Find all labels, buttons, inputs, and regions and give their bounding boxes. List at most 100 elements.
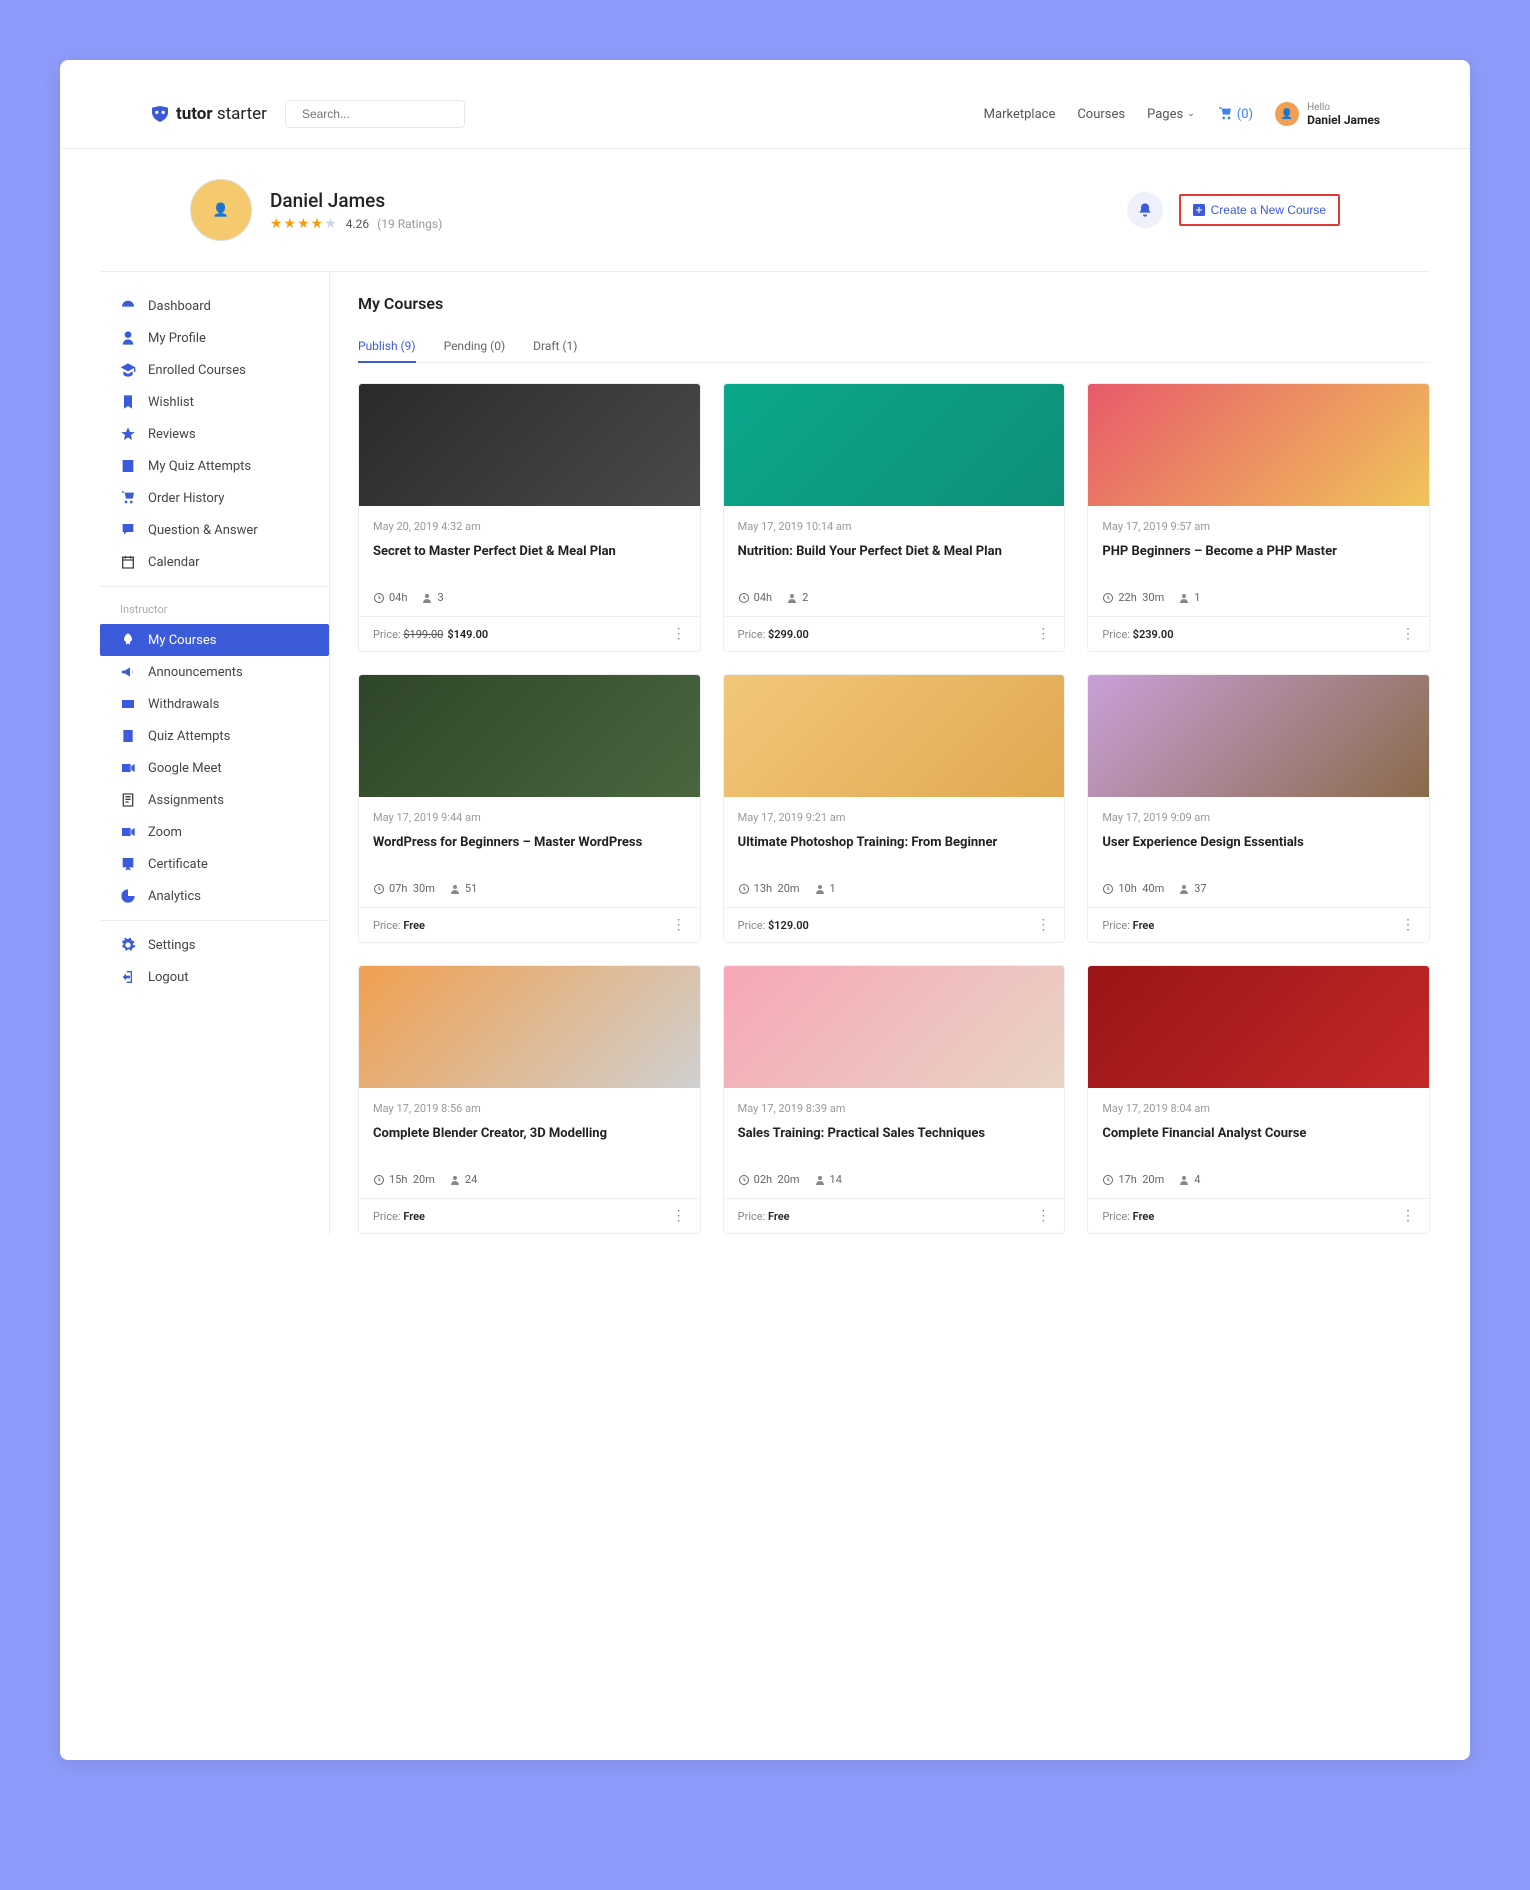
course-card[interactable]: May 17, 2019 9:57 amPHP Beginners – Beco…	[1087, 383, 1430, 652]
sidebar-item-logout[interactable]: Logout	[100, 961, 329, 993]
bell-icon	[1137, 202, 1153, 218]
course-grid: May 20, 2019 4:32 amSecret to Master Per…	[358, 383, 1430, 1234]
megaphone-icon	[120, 664, 136, 680]
sidebar-item-my-quiz-attempts[interactable]: My Quiz Attempts	[100, 450, 329, 482]
sidebar-item-assignments[interactable]: Assignments	[100, 784, 329, 816]
course-menu-button[interactable]: ⋮	[672, 1209, 686, 1223]
clock-icon	[373, 1174, 385, 1186]
course-menu-button[interactable]: ⋮	[1036, 1209, 1050, 1223]
brand-name: tutor	[176, 104, 213, 124]
sidebar-item-question-answer[interactable]: Question & Answer	[100, 514, 329, 546]
course-date: May 17, 2019 9:57 am	[1102, 520, 1415, 533]
course-students: 2	[786, 591, 808, 604]
sidebar-item-reviews[interactable]: Reviews	[100, 418, 329, 450]
course-students: 1	[814, 882, 836, 895]
tab-pending-0-[interactable]: Pending (0)	[444, 331, 506, 362]
course-card[interactable]: May 17, 2019 8:04 amComplete Financial A…	[1087, 965, 1430, 1234]
course-date: May 17, 2019 10:14 am	[738, 520, 1051, 533]
sidebar-item-label: Assignments	[148, 793, 224, 808]
course-card[interactable]: May 20, 2019 4:32 amSecret to Master Per…	[358, 383, 701, 652]
tab-draft-1-[interactable]: Draft (1)	[533, 331, 577, 362]
course-date: May 17, 2019 9:21 am	[738, 811, 1051, 824]
sidebar-item-wishlist[interactable]: Wishlist	[100, 386, 329, 418]
sidebar-item-my-courses[interactable]: My Courses	[100, 624, 329, 656]
sidebar-item-quiz-attempts[interactable]: Quiz Attempts	[100, 720, 329, 752]
course-menu-button[interactable]: ⋮	[1036, 918, 1050, 932]
sidebar-item-withdrawals[interactable]: Withdrawals	[100, 688, 329, 720]
sidebar-item-label: Dashboard	[148, 299, 211, 314]
course-card[interactable]: May 17, 2019 9:09 amUser Experience Desi…	[1087, 674, 1430, 943]
user-menu[interactable]: 👤 Hello Daniel James	[1275, 102, 1380, 127]
course-students: 37	[1178, 882, 1206, 895]
sidebar-item-certificate[interactable]: Certificate	[100, 848, 329, 880]
course-menu-button[interactable]: ⋮	[1036, 627, 1050, 641]
course-menu-button[interactable]: ⋮	[672, 918, 686, 932]
sidebar-item-label: Google Meet	[148, 761, 222, 776]
price-label: Price:	[1102, 919, 1132, 932]
course-students: 51	[449, 882, 477, 895]
course-students: 14	[814, 1173, 842, 1186]
course-date: May 17, 2019 9:44 am	[373, 811, 686, 824]
brand-logo[interactable]: tutor starter	[150, 104, 267, 124]
sidebar-item-my-profile[interactable]: My Profile	[100, 322, 329, 354]
course-title: Secret to Master Perfect Diet & Meal Pla…	[373, 543, 686, 577]
search-input[interactable]	[302, 107, 457, 121]
cart-button[interactable]: (0)	[1217, 106, 1253, 122]
sidebar-item-label: Settings	[148, 938, 195, 953]
logout-icon	[120, 969, 136, 985]
course-card[interactable]: May 17, 2019 9:21 amUltimate Photoshop T…	[723, 674, 1066, 943]
course-menu-button[interactable]: ⋮	[1401, 627, 1415, 641]
cart-icon	[1217, 106, 1233, 122]
sidebar-item-label: Question & Answer	[148, 523, 258, 538]
course-menu-button[interactable]: ⋮	[1401, 1209, 1415, 1223]
course-card[interactable]: May 17, 2019 8:56 amComplete Blender Cre…	[358, 965, 701, 1234]
sidebar-item-label: Quiz Attempts	[148, 729, 230, 744]
search-box[interactable]	[285, 100, 465, 128]
course-title: User Experience Design Essentials	[1102, 834, 1415, 868]
sidebar-item-settings[interactable]: Settings	[100, 929, 329, 961]
rating-stars: ★★★★★	[270, 216, 338, 232]
sidebar-item-order-history[interactable]: Order History	[100, 482, 329, 514]
sidebar-item-label: Analytics	[148, 889, 201, 904]
course-menu-button[interactable]: ⋮	[1401, 918, 1415, 932]
user-hello: Hello	[1307, 102, 1380, 113]
tab-publish-9-[interactable]: Publish (9)	[358, 331, 416, 363]
course-card[interactable]: May 17, 2019 8:39 amSales Training: Prac…	[723, 965, 1066, 1234]
sidebar-item-enrolled-courses[interactable]: Enrolled Courses	[100, 354, 329, 386]
course-students: 4	[1178, 1173, 1200, 1186]
sidebar-item-label: Calendar	[148, 555, 200, 570]
notifications-button[interactable]	[1127, 192, 1163, 228]
sidebar-item-dashboard[interactable]: Dashboard	[100, 290, 329, 322]
quiz-icon	[120, 458, 136, 474]
sidebar-item-announcements[interactable]: Announcements	[100, 656, 329, 688]
people-icon	[786, 592, 798, 604]
gear-icon	[120, 937, 136, 953]
nav-pages[interactable]: Pages ⌄	[1147, 107, 1195, 122]
course-menu-button[interactable]: ⋮	[672, 627, 686, 641]
avatar-small: 👤	[1275, 102, 1299, 126]
nav-courses[interactable]: Courses	[1077, 107, 1125, 122]
sidebar-item-google-meet[interactable]: Google Meet	[100, 752, 329, 784]
sidebar-item-calendar[interactable]: Calendar	[100, 546, 329, 578]
price-value: Free	[1133, 919, 1155, 932]
clock-icon	[373, 592, 385, 604]
nav-marketplace[interactable]: Marketplace	[984, 107, 1056, 122]
course-thumbnail	[359, 675, 700, 797]
course-card[interactable]: May 17, 2019 10:14 amNutrition: Build Yo…	[723, 383, 1066, 652]
clock-icon	[1102, 1174, 1114, 1186]
course-card[interactable]: May 17, 2019 9:44 amWordPress for Beginn…	[358, 674, 701, 943]
course-thumbnail	[1088, 675, 1429, 797]
course-duration: 04h	[738, 591, 772, 604]
dashboard-icon	[120, 298, 136, 314]
course-students: 24	[449, 1173, 477, 1186]
sidebar-item-analytics[interactable]: Analytics	[100, 880, 329, 912]
create-course-button[interactable]: Create a New Course	[1179, 194, 1340, 226]
chart-icon	[120, 888, 136, 904]
course-title: Sales Training: Practical Sales Techniqu…	[738, 1125, 1051, 1159]
course-date: May 17, 2019 8:04 am	[1102, 1102, 1415, 1115]
clock-icon	[1102, 883, 1114, 895]
sidebar-item-zoom[interactable]: Zoom	[100, 816, 329, 848]
sidebar-item-label: Enrolled Courses	[148, 363, 246, 378]
brand-suffix: starter	[217, 104, 267, 124]
profile-name: Daniel James	[270, 189, 442, 212]
